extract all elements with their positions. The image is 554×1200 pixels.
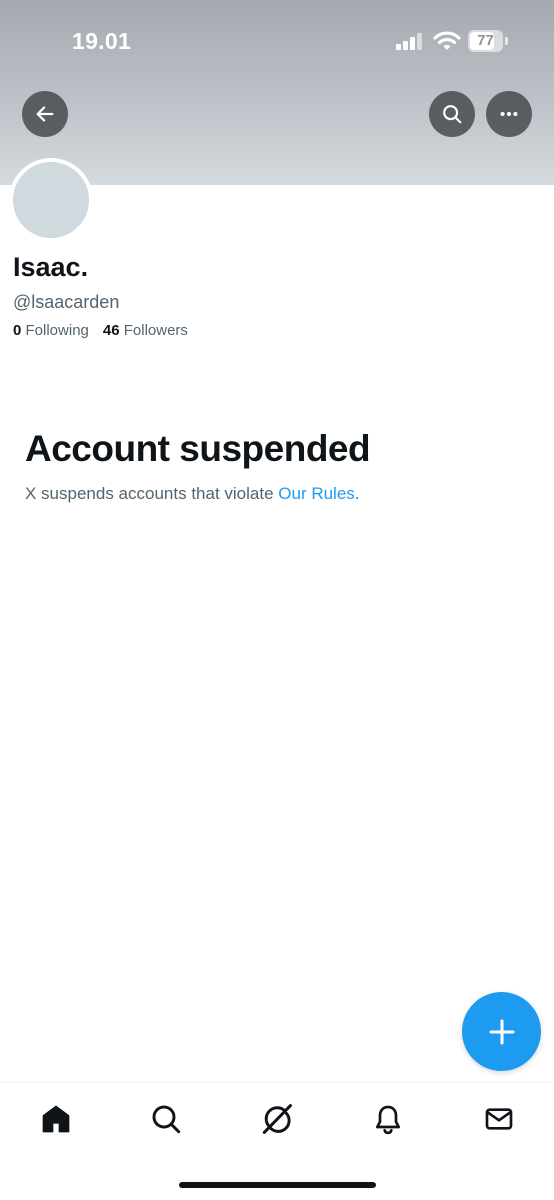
home-icon [42,1105,70,1133]
status-time: 19.01 [72,28,132,54]
tab-messages[interactable] [479,1099,519,1139]
following-count: 0 [13,322,22,339]
followers-label: Followers [123,322,188,339]
followers-link[interactable]: 46 Followers [103,322,188,339]
cellular-signal-icon [396,32,424,50]
avatar[interactable] [9,158,93,242]
our-rules-link[interactable]: Our Rules [278,484,355,503]
notifications-icon [376,1105,400,1135]
search-icon [443,105,462,124]
tab-explore[interactable] [146,1099,186,1139]
back-button[interactable] [22,91,68,137]
messages-icon [485,1108,513,1130]
search-button[interactable] [429,91,475,137]
display-name: Isaac. [13,252,89,282]
suspension-description: X suspends accounts that violate Our Rul… [25,484,360,504]
tab-grok[interactable] [257,1099,297,1139]
grok-icon [262,1104,292,1134]
user-handle: @lsaacarden [13,292,120,312]
compose-button[interactable] [462,992,541,1071]
suspension-text: X suspends accounts that violate [25,484,279,503]
tab-home[interactable] [36,1099,76,1139]
suspension-title: Account suspended [25,428,371,469]
plus-icon [489,1019,514,1044]
followers-count: 46 [102,322,120,339]
battery-icon: 77 [468,30,508,52]
suspension-suffix: . [354,484,360,503]
more-button[interactable] [486,91,532,137]
wifi-icon [433,31,461,50]
follow-stats: 0 Following 46 Followers [13,322,202,339]
tab-notifications[interactable] [368,1099,408,1139]
home-indicator[interactable] [179,1182,376,1188]
search-icon [152,1105,181,1134]
status-bar: 19.01 77 [0,0,554,80]
arrow-left-icon [36,106,54,122]
more-horizontal-icon [500,111,518,117]
battery-percentage: 77 [477,32,494,49]
following-link[interactable]: 0 Following [13,322,89,339]
following-label: Following [25,322,89,339]
